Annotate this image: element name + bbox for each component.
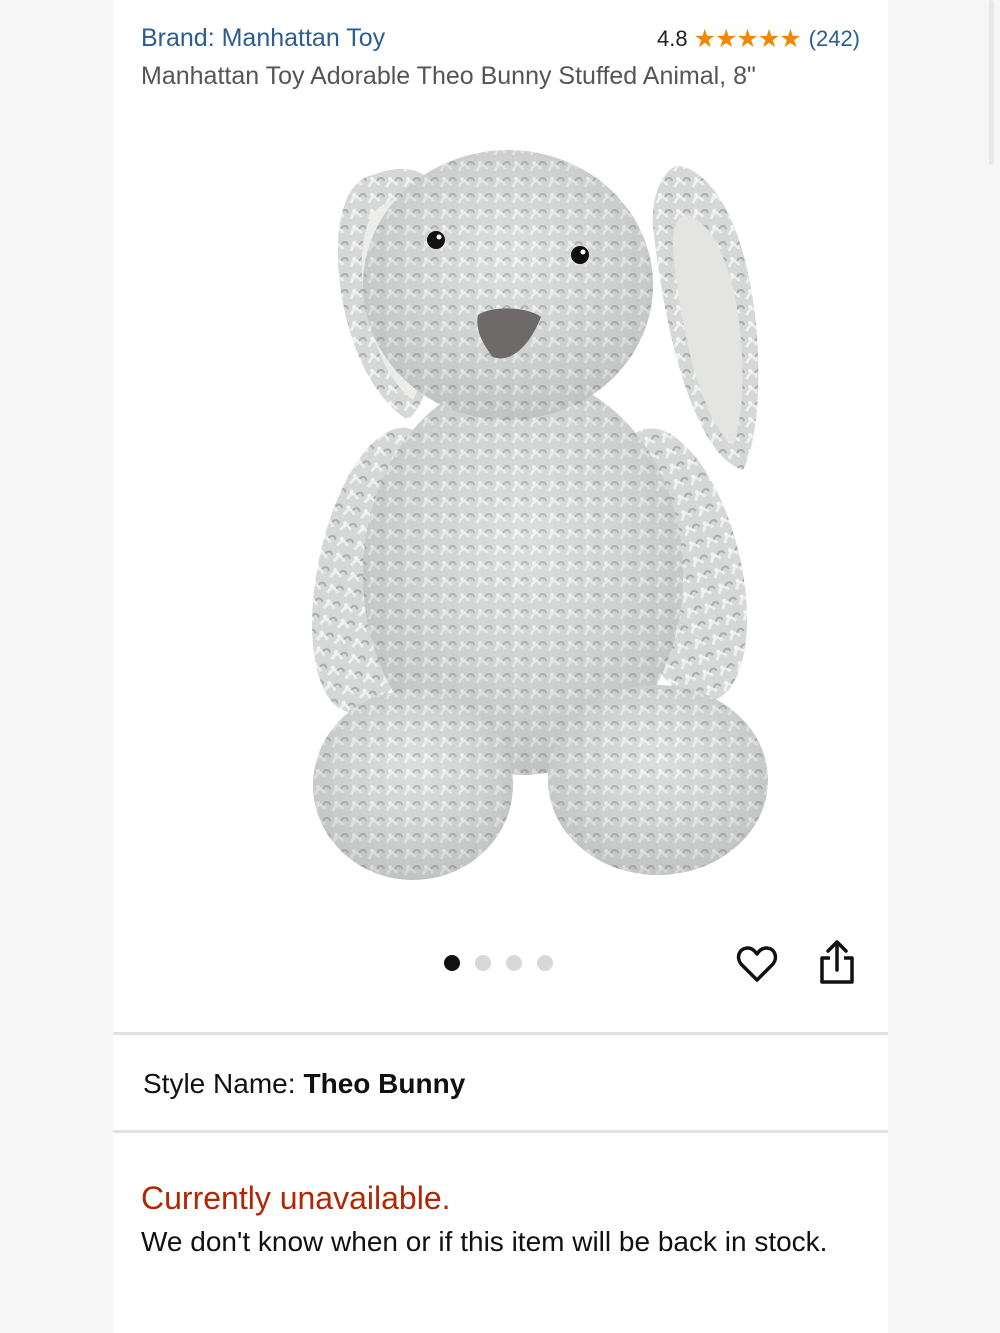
carousel-dot[interactable] — [444, 955, 460, 971]
star-rating-icon: ★★★★★ — [693, 25, 802, 53]
divider — [113, 1032, 888, 1035]
divider — [113, 1130, 888, 1133]
heart-icon[interactable] — [735, 942, 779, 986]
carousel-indicator[interactable] — [444, 955, 553, 971]
product-title: Manhattan Toy Adorable Theo Bunny Stuffe… — [141, 62, 756, 90]
share-icon[interactable] — [817, 938, 857, 986]
scrollbar[interactable] — [989, 0, 994, 165]
carousel-dot[interactable] — [475, 955, 491, 971]
style-value: Theo Bunny — [303, 1068, 466, 1099]
product-image[interactable] — [223, 95, 808, 895]
carousel-dot[interactable] — [537, 955, 553, 971]
brand-link[interactable]: Brand: Manhattan Toy — [141, 24, 385, 53]
rating-value: 4.8 — [656, 26, 688, 51]
product-page: Brand: Manhattan Toy 4.8 ★★★★★ (242) Man… — [113, 0, 994, 1333]
availability-message: We don't know when or if this item will … — [141, 1226, 828, 1257]
style-label: Style Name: — [143, 1068, 296, 1099]
review-count-link[interactable]: (242) — [809, 26, 860, 52]
availability-status: Currently unavailable. — [141, 1180, 451, 1216]
rating-summary[interactable]: 4.8 ★★★★★ (242) — [657, 24, 860, 54]
carousel-dot[interactable] — [506, 955, 522, 971]
style-selector[interactable]: Style Name: Theo Bunny — [143, 1068, 465, 1100]
